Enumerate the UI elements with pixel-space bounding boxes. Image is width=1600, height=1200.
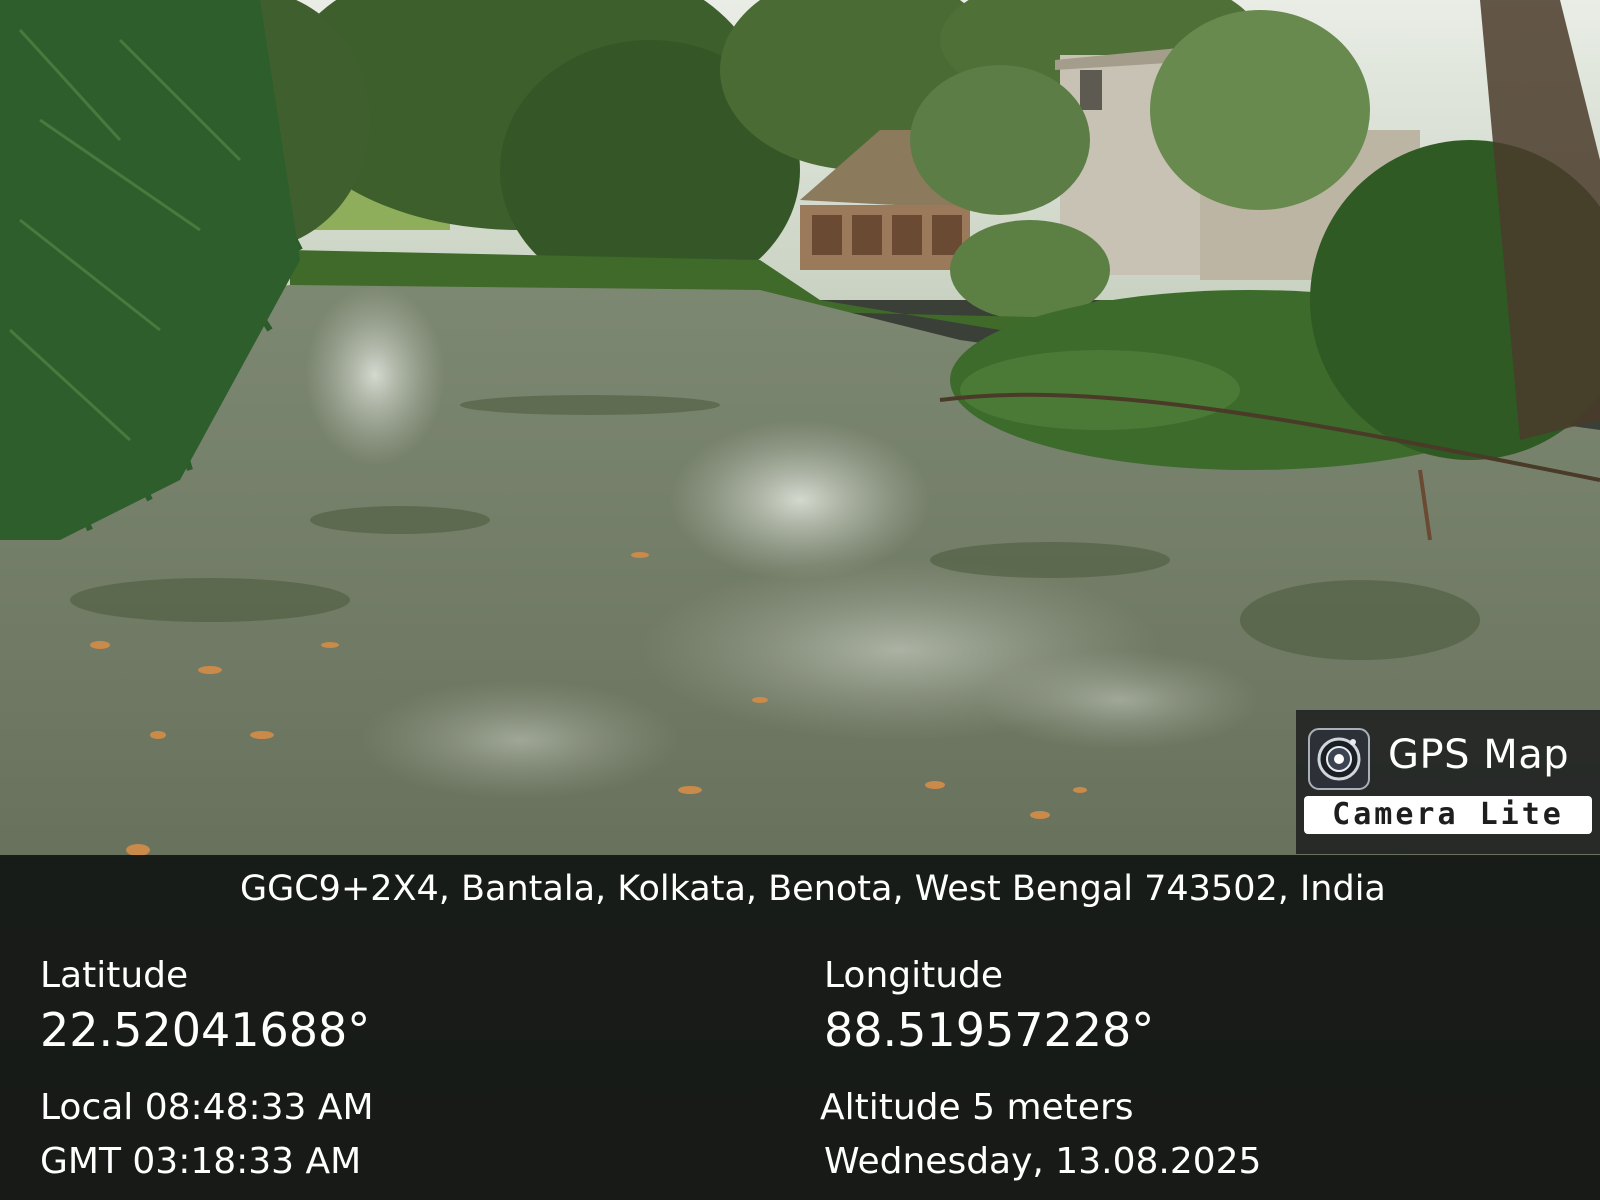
camera-lens-icon xyxy=(1308,728,1370,790)
altitude: Altitude 5 meters xyxy=(820,1087,1134,1128)
geotagged-photo: GPS Map Camera Lite GGC9+2X4, Bantala, K… xyxy=(0,0,1600,1200)
gmt-time: GMT 03:18:33 AM xyxy=(40,1141,362,1182)
app-name: GPS Map xyxy=(1388,732,1570,778)
gps-map-camera-watermark: GPS Map Camera Lite xyxy=(1296,710,1600,854)
location-info-panel: GGC9+2X4, Bantala, Kolkata, Benota, West… xyxy=(0,855,1600,1200)
longitude-value: 88.51957228° xyxy=(824,1003,1155,1057)
latitude-value: 22.52041688° xyxy=(40,1003,371,1057)
app-subtitle: Camera Lite xyxy=(1304,796,1592,834)
address: GGC9+2X4, Bantala, Kolkata, Benota, West… xyxy=(240,869,1386,909)
local-time: Local 08:48:33 AM xyxy=(40,1087,374,1128)
longitude-label: Longitude xyxy=(824,955,1004,996)
date: Wednesday, 13.08.2025 xyxy=(824,1141,1262,1182)
latitude-label: Latitude xyxy=(40,955,189,996)
